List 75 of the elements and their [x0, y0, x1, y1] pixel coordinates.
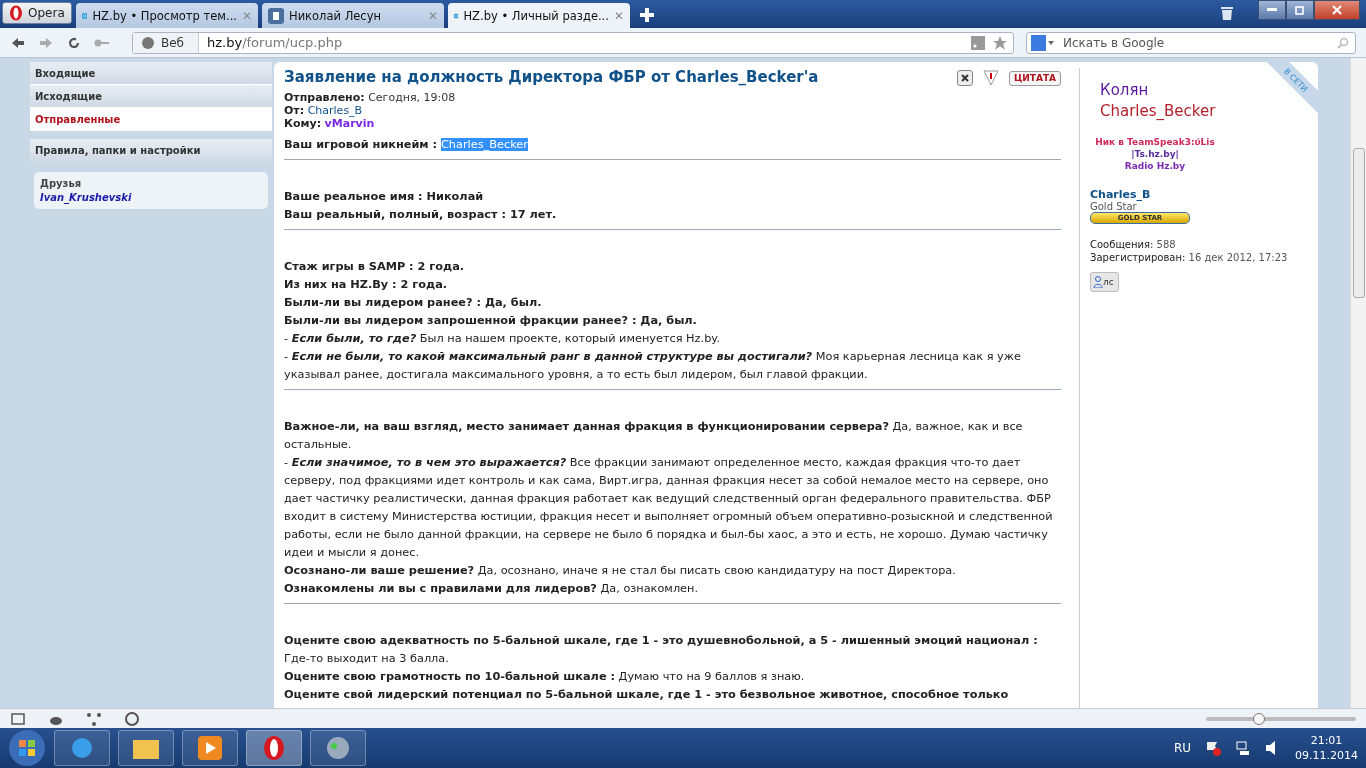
- scope-button[interactable]: Веб: [133, 32, 199, 53]
- browser-taskbar-icon[interactable]: [54, 730, 110, 766]
- friends-title: Друзья: [40, 178, 83, 189]
- address-text[interactable]: hz.by/forum/ucp.php: [199, 35, 971, 50]
- answer-text: Осознано-ли ваше решение? Да, осознано, иначе я не стал бы писать свою кандидатуру на пост Директора.: [284, 563, 957, 579]
- start-button[interactable]: [8, 729, 46, 767]
- signature-text: |Ts.hz.by|: [1130, 148, 1180, 160]
- speedometer-icon[interactable]: [124, 710, 140, 727]
- answer-text: Были-ли вы лидером ранее? : Да, был.: [284, 295, 543, 311]
- opera-taskbar-icon[interactable]: [246, 730, 302, 766]
- pm-button[interactable]: лс: [1090, 272, 1119, 292]
- folder-taskbar-icon[interactable]: [118, 730, 174, 766]
- browser-tab[interactable]: Николай Лесун ✕: [262, 3, 444, 28]
- scrollbar[interactable]: [1350, 58, 1366, 708]
- answer-text: Ознакомлены ли вы с правилами для лидеров? Да, ознакомлен.: [284, 581, 700, 597]
- meta-value[interactable]: vMarvin: [324, 117, 375, 130]
- stat-value: 16 дек 2012, 17:23: [1188, 252, 1288, 263]
- folder-item[interactable]: Исходящие: [30, 85, 272, 108]
- signature-text: Ник в TeamSpeak3:ύLis: [1094, 136, 1216, 148]
- answer-text: - Если не были, то какой максимальный ранг в данной структуре вы достигали? Моя карьерная лесница как я уже указывал ранее, достигала максимального уровня, а то есть был лидером, был главой фракции.: [284, 349, 1022, 383]
- close-icon[interactable]: [1332, 5, 1342, 15]
- square-icon: [268, 7, 284, 24]
- signature-text: Charles_Becker: [1099, 101, 1217, 122]
- selected-text: Charles_Becker: [441, 138, 528, 151]
- meta-value[interactable]: Charles_B: [307, 104, 363, 117]
- meta-value: Сегодня, 19:08: [368, 91, 456, 104]
- browser-tab[interactable]: HZ.by • Личный разде... ✕: [448, 3, 630, 28]
- folder-item[interactable]: Отправленные: [30, 108, 272, 131]
- chat-taskbar-icon[interactable]: [310, 730, 366, 766]
- answer-text: - Если значимое, то в чем это выражается? Все фракции занимают определенное место, каждая фракция что-то дает серверу, под фракциями идет контроль и как сама, Вирт.игра, данная фракция несет за собой немалое место на сервере, оно дает частичку реалистически, данная фракция работает как ведущий следственный орган федерального правительства. ФБР входит в систему Министерства юстиции, фракция несет и выполняет огромный объем оперативно-розыскной и следственной работы, если не было данной фракции, на сервере не было б порядка и был-бы хаос, а это и есть, не хорошо. Думаю частичку идеи и мысли я донес.: [284, 455, 1054, 561]
- answer-text: Оцените свой лидерский потенциал по 5-бальной шкале, где 1 - это безвольное животное, способное только: [284, 687, 1010, 703]
- author-link[interactable]: Charles_B: [1090, 188, 1299, 201]
- opera-menu-button[interactable]: Opera: [2, 2, 72, 24]
- network-icon[interactable]: [1235, 740, 1251, 756]
- settings-link[interactable]: Правила, папки и настройки: [30, 139, 272, 162]
- stat-label: Сообщения:: [1090, 239, 1154, 250]
- flag-icon[interactable]: [1205, 740, 1221, 756]
- answer-text: Из них на HZ.By : 2 года.: [284, 277, 449, 293]
- answer-text: Оцените свою адекватность по 5-бальной шкале, где 1 - это душевнобольной, а 5 - лишенный эмоций национал : Где-то выходит на 3 балла.: [284, 633, 1039, 667]
- friend-link[interactable]: Ivan_Krushevski: [40, 192, 262, 203]
- minimize-icon[interactable]: [1267, 8, 1277, 12]
- meta-label: Отправлено:: [284, 91, 365, 104]
- message-title: Заявление на должность Директора ФБР от Charles_Becker'a: [284, 68, 819, 86]
- person-icon: [1093, 276, 1103, 288]
- answer-text: Важное-ли, на ваш взгляд, место занимает данная фракция в функционировании сервера? Да, важное, как и все остальные.: [284, 419, 1024, 453]
- meta-label: От:: [284, 104, 305, 117]
- answer-text: Стаж игры в SAMP : 2 года.: [284, 259, 466, 275]
- meta-label: Кому:: [284, 117, 322, 130]
- question-text: Ваш игровой никнейм :: [284, 138, 439, 151]
- browser-tab[interactable]: HZ.by • Просмотр тем... ✕: [76, 3, 258, 28]
- quote-button[interactable]: ЦИТАТА: [1008, 70, 1061, 86]
- answer-text: Были-ли вы лидером запрошенной фракции ранее? : Да, был.: [284, 313, 698, 329]
- delete-icon[interactable]: [956, 70, 973, 86]
- trash-icon[interactable]: [1220, 4, 1234, 20]
- language-indicator[interactable]: RU: [1173, 741, 1191, 755]
- answer-text: Ваш реальный, полный, возраст : 17 лет.: [284, 207, 558, 223]
- answer-text: Ваше реальное имя : Николай: [284, 189, 485, 205]
- rank-title: Gold Star: [1090, 201, 1138, 212]
- stat-label: Зарегистрирован:: [1090, 252, 1186, 263]
- plus-icon[interactable]: [640, 8, 654, 22]
- logo-icon: [9, 5, 23, 21]
- clock[interactable]: 21:01 09.11.2014: [1295, 733, 1358, 763]
- warning-icon[interactable]: [982, 70, 999, 86]
- folder-item[interactable]: Входящие: [30, 62, 272, 85]
- share-icon[interactable]: [86, 710, 102, 727]
- answer-text: Оцените свою грамотность по 10-бальной шкале : Думаю что на 9 баллов я знаю.: [284, 669, 806, 685]
- answer-text: - Если были, то где? Был на нашем проекте, который именуется Hz.by.: [284, 331, 721, 347]
- media-taskbar-icon[interactable]: [182, 730, 238, 766]
- search-field[interactable]: Искать в Google: [1026, 31, 1356, 54]
- restore-icon[interactable]: [1295, 5, 1305, 15]
- star-icon[interactable]: [993, 35, 1007, 50]
- signature-text: Radio Hz.by: [1123, 160, 1187, 172]
- panel-icon[interactable]: [10, 710, 26, 727]
- search-engine-icon[interactable]: [1031, 34, 1055, 51]
- stat-value: 588: [1156, 239, 1176, 250]
